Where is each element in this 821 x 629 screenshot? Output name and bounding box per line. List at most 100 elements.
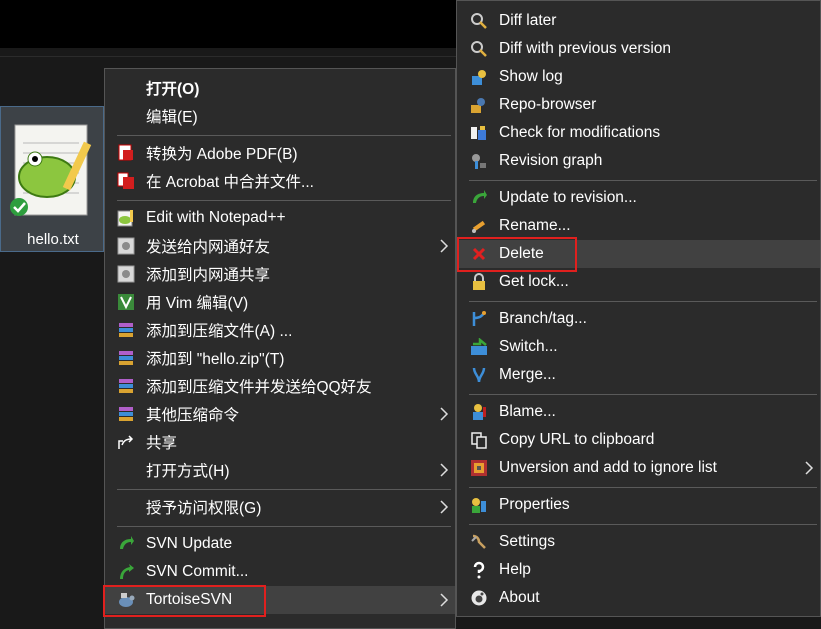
menu-item-label: Switch... — [499, 338, 558, 355]
menu-item-share[interactable]: 共享 — [105, 428, 455, 456]
menu-item-about[interactable]: About — [457, 584, 820, 612]
menu-item-edit[interactable]: 编辑(E) — [105, 102, 455, 130]
menu-item-update-rev[interactable]: Update to revision... — [457, 184, 820, 212]
vim-icon — [118, 294, 134, 310]
svn-update-icon — [120, 536, 134, 549]
menu-item-label: Get lock... — [499, 273, 569, 290]
chevron-right-icon — [440, 239, 449, 253]
help-icon — [473, 561, 485, 579]
svn-commit-icon — [120, 564, 134, 579]
menu-item-label: Edit with Notepad++ — [146, 209, 286, 226]
menu-item-repo-browser[interactable]: Repo-browser — [457, 91, 820, 119]
menu-item-label: 添加到内网通共享 — [146, 267, 271, 284]
chevron-right-icon — [440, 463, 449, 477]
menu-item-svn-commit[interactable]: SVN Commit... — [105, 558, 455, 586]
menu-item-unversion-ignore[interactable]: Unversion and add to ignore list — [457, 454, 820, 482]
menu-item-add-intranet-share[interactable]: 添加到内网通共享 — [105, 260, 455, 288]
menu-item-grant-access[interactable]: 授予访问权限(G) — [105, 493, 455, 521]
menu-item-branch-tag[interactable]: Branch/tag... — [457, 305, 820, 333]
menu-item-check-mods[interactable]: Check for modifications — [457, 119, 820, 147]
menu-item-get-lock[interactable]: Get lock... — [457, 268, 820, 296]
intranet-share-icon — [117, 237, 135, 255]
menu-item-vim-edit[interactable]: 用 Vim 编辑(V) — [105, 288, 455, 316]
explorer-divider — [0, 56, 460, 57]
menu-item-label: Merge... — [499, 366, 556, 383]
menu-item-label: Properties — [499, 496, 570, 513]
menu-item-properties[interactable]: Properties — [457, 491, 820, 519]
menu-separator — [117, 135, 451, 136]
menu-item-convert-pdf[interactable]: 转换为 Adobe PDF(B) — [105, 139, 455, 167]
menu-item-open[interactable]: 打开(O) — [105, 74, 455, 102]
winrar-archive-icon — [119, 323, 133, 337]
menu-separator — [117, 200, 451, 201]
menu-separator — [469, 487, 817, 488]
menu-item-label: 转换为 Adobe PDF(B) — [146, 146, 298, 163]
menu-item-svn-update[interactable]: SVN Update — [105, 530, 455, 558]
menu-item-diff-later[interactable]: Diff later — [457, 7, 820, 35]
menu-item-settings[interactable]: Settings — [457, 528, 820, 556]
menu-separator — [469, 301, 817, 302]
menu-item-label: Repo-browser — [499, 96, 597, 113]
menu-item-label: Blame... — [499, 403, 556, 420]
menu-item-add-hello-zip[interactable]: 添加到 "hello.zip"(T) — [105, 344, 455, 372]
menu-item-help[interactable]: Help — [457, 556, 820, 584]
menu-item-label: 添加到压缩文件并发送给QQ好友 — [146, 379, 372, 396]
menu-item-add-archive[interactable]: 添加到压缩文件(A) ... — [105, 316, 455, 344]
menu-item-label: 编辑(E) — [146, 109, 198, 126]
menu-separator — [117, 526, 451, 527]
menu-item-rename[interactable]: Rename... — [457, 212, 820, 240]
winrar-archive-icon — [119, 379, 133, 393]
acrobat-merge-icon — [117, 172, 134, 189]
diff-icon — [471, 13, 487, 29]
copy-icon — [471, 432, 487, 449]
menu-item-blame[interactable]: Blame... — [457, 398, 820, 426]
delete-annotation-box — [457, 237, 577, 272]
menu-item-label: Revision graph — [499, 152, 603, 169]
lock-icon — [473, 273, 485, 290]
menu-item-label: Show log — [499, 68, 563, 85]
branch-tag-icon — [472, 311, 486, 326]
ignore-icon — [471, 460, 487, 476]
menu-separator — [469, 524, 817, 525]
menu-item-other-compress[interactable]: 其他压缩命令 — [105, 400, 455, 428]
menu-item-label: Check for modifications — [499, 124, 661, 141]
menu-item-acrobat-merge[interactable]: 在 Acrobat 中合并文件... — [105, 167, 455, 195]
menu-item-add-archive-qq[interactable]: 添加到压缩文件并发送给QQ好友 — [105, 372, 455, 400]
menu-item-label: 打开方式(H) — [146, 463, 230, 480]
menu-item-copy-url[interactable]: Copy URL to clipboard — [457, 426, 820, 454]
menu-item-switch[interactable]: Switch... — [457, 333, 820, 361]
menu-item-label: 添加到压缩文件(A) ... — [146, 323, 293, 340]
menu-item-label: 在 Acrobat 中合并文件... — [146, 174, 314, 191]
file-item-hello-txt[interactable]: hello.txt — [0, 106, 104, 252]
rename-icon — [472, 220, 486, 233]
file-name: hello.txt — [27, 231, 79, 248]
menu-item-label: Diff with previous version — [499, 40, 672, 57]
menu-item-label: 发送给内网通好友 — [146, 239, 271, 256]
tortoisesvn-submenu: Diff later Diff with previous version Sh… — [456, 0, 821, 617]
settings-icon — [471, 534, 486, 549]
switch-icon — [471, 338, 487, 355]
blame-icon — [473, 404, 486, 420]
menu-item-label: Branch/tag... — [499, 310, 587, 327]
menu-item-merge[interactable]: Merge... — [457, 361, 820, 389]
notepad-plus-plus-file-icon — [10, 124, 92, 216]
about-icon — [471, 590, 487, 606]
menu-separator — [469, 180, 817, 181]
intranet-share-icon — [117, 265, 135, 283]
revision-graph-icon — [472, 154, 486, 169]
chevron-right-icon — [805, 461, 814, 475]
menu-item-open-with[interactable]: 打开方式(H) — [105, 456, 455, 484]
winrar-archive-icon — [119, 407, 133, 421]
show-log-icon — [472, 70, 486, 85]
menu-item-send-intranet[interactable]: 发送给内网通好友 — [105, 232, 455, 260]
menu-item-revision-graph[interactable]: Revision graph — [457, 147, 820, 175]
menu-item-notepadpp[interactable]: Edit with Notepad++ — [105, 204, 455, 232]
chevron-right-icon — [440, 407, 449, 421]
menu-item-label: Settings — [499, 533, 556, 550]
adobe-pdf-icon — [118, 144, 133, 161]
notepad-plus-plus-icon — [117, 210, 133, 227]
menu-item-label: Update to revision... — [499, 189, 637, 206]
menu-item-diff-prev[interactable]: Diff with previous version — [457, 35, 820, 63]
menu-item-show-log[interactable]: Show log — [457, 63, 820, 91]
menu-item-label: Unversion and add to ignore list — [499, 459, 717, 476]
